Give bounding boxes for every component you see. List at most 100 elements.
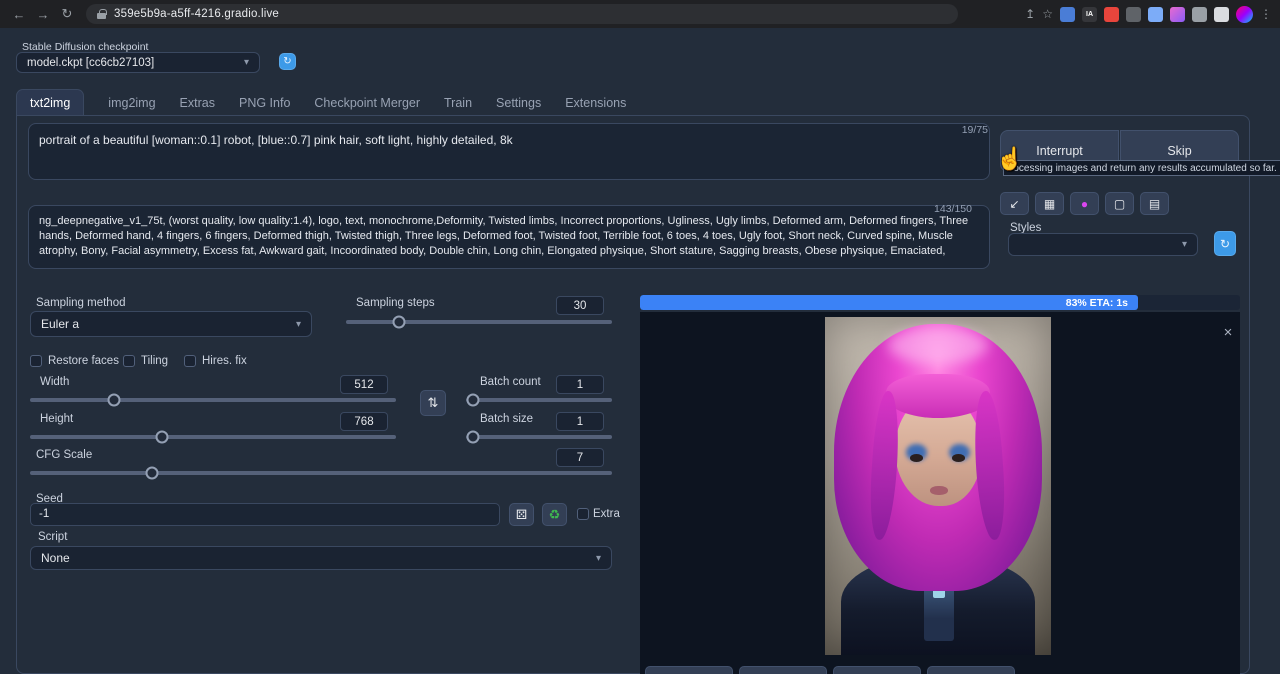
script-select[interactable]: None ▾ bbox=[30, 546, 612, 570]
side-panel-icon[interactable] bbox=[1214, 7, 1229, 22]
progress-bar: 83% ETA: 1s bbox=[640, 295, 1240, 310]
close-image-icon[interactable]: × bbox=[1219, 323, 1237, 341]
tab-img2img[interactable]: img2img bbox=[108, 90, 155, 116]
portrait-eye-right bbox=[952, 454, 966, 462]
slider-thumb[interactable] bbox=[108, 394, 121, 407]
width-input[interactable]: 512 bbox=[340, 375, 388, 394]
main-tabs: txt2img img2img Extras PNG Info Checkpoi… bbox=[16, 90, 626, 116]
seed-input[interactable]: -1 bbox=[30, 503, 500, 526]
tab-txt2img[interactable]: txt2img bbox=[16, 89, 84, 116]
gallery-button[interactable] bbox=[927, 666, 1015, 674]
swap-icon: ⇅ bbox=[428, 395, 439, 411]
styles-select[interactable]: ▾ bbox=[1008, 233, 1198, 256]
extension-screenshot-icon[interactable] bbox=[1126, 7, 1141, 22]
extension-ia-icon[interactable]: IA bbox=[1082, 7, 1097, 22]
portrait-hair-shine bbox=[888, 327, 987, 364]
height-slider[interactable] bbox=[30, 435, 396, 439]
extension-blue-icon[interactable] bbox=[1060, 7, 1075, 22]
extension-lightblue-icon[interactable] bbox=[1148, 7, 1163, 22]
swap-dimensions-button[interactable]: ⇅ bbox=[420, 390, 446, 416]
slider-thumb[interactable] bbox=[155, 431, 168, 444]
cfg-scale-slider[interactable] bbox=[30, 471, 612, 475]
tab-extensions[interactable]: Extensions bbox=[565, 90, 626, 116]
dice-icon: ⚄ bbox=[516, 507, 527, 523]
reuse-seed-button[interactable]: ♻ bbox=[542, 503, 567, 526]
card-icon: ▢ bbox=[1114, 197, 1125, 211]
checkpoint-refresh-button[interactable]: ↻ bbox=[279, 53, 296, 70]
checkpoint-value: model.ckpt [cc6cb27103] bbox=[27, 57, 154, 69]
tab-checkpoint-merger[interactable]: Checkpoint Merger bbox=[314, 90, 420, 116]
profile-avatar[interactable] bbox=[1236, 6, 1253, 23]
tiling-checkbox[interactable] bbox=[123, 355, 135, 367]
sampling-steps-input[interactable]: 30 bbox=[556, 296, 604, 315]
browser-toolbar: ← → ↻ 359e5b9a-a5ff-4216.gradio.live ↥ ☆… bbox=[0, 0, 1280, 28]
palette-button[interactable]: ▦ bbox=[1035, 192, 1064, 215]
batch-size-slider[interactable] bbox=[466, 435, 612, 439]
cfg-scale-label: CFG Scale bbox=[36, 449, 92, 461]
sampling-method-value: Euler a bbox=[41, 317, 79, 331]
prompt-textarea[interactable]: portrait of a beautiful [woman::0.1] rob… bbox=[28, 123, 990, 180]
chevron-down-icon: ▾ bbox=[1182, 239, 1187, 250]
slider-thumb[interactable] bbox=[467, 431, 480, 444]
progress-text: 83% ETA: 1s bbox=[1066, 297, 1128, 309]
paste-arrow-icon: ↙ bbox=[1009, 197, 1019, 211]
tab-settings[interactable]: Settings bbox=[496, 90, 541, 116]
card-button[interactable]: ▢ bbox=[1105, 192, 1134, 215]
chevron-down-icon: ▾ bbox=[596, 553, 601, 564]
batch-count-slider[interactable] bbox=[466, 398, 612, 402]
height-input[interactable]: 768 bbox=[340, 412, 388, 431]
height-label: Height bbox=[40, 413, 73, 425]
bookmark-star-icon[interactable]: ☆ bbox=[1042, 7, 1053, 21]
interrupt-tooltip: rocessing images and return any results … bbox=[1003, 160, 1280, 176]
extra-seed-checkbox[interactable] bbox=[577, 508, 589, 520]
share-icon[interactable]: ↥ bbox=[1025, 7, 1035, 21]
hires-fix-checkbox[interactable] bbox=[184, 355, 196, 367]
back-icon[interactable]: ← bbox=[8, 3, 30, 25]
slider-thumb[interactable] bbox=[467, 394, 480, 407]
refresh-icon[interactable]: ↻ bbox=[56, 3, 78, 25]
random-seed-button[interactable]: ⚄ bbox=[509, 503, 534, 526]
gallery-button[interactable] bbox=[833, 666, 921, 674]
slider-thumb[interactable] bbox=[146, 467, 159, 480]
tab-png-info[interactable]: PNG Info bbox=[239, 90, 290, 116]
batch-count-label: Batch count bbox=[480, 376, 541, 388]
width-slider[interactable] bbox=[30, 398, 396, 402]
gallery-button[interactable] bbox=[739, 666, 827, 674]
extension-red-icon[interactable] bbox=[1104, 7, 1119, 22]
script-label: Script bbox=[38, 531, 67, 543]
progress-fill: 83% ETA: 1s bbox=[640, 295, 1138, 310]
url-text: 359e5b9a-a5ff-4216.gradio.live bbox=[114, 8, 279, 20]
restore-faces-checkbox[interactable] bbox=[30, 355, 42, 367]
batch-size-label: Batch size bbox=[480, 413, 533, 425]
sampling-steps-label: Sampling steps bbox=[356, 297, 435, 309]
batch-size-input[interactable]: 1 bbox=[556, 412, 604, 431]
extension-purple-icon[interactable] bbox=[1170, 7, 1185, 22]
sampling-method-select[interactable]: Euler a ▾ bbox=[30, 311, 312, 337]
mouse-cursor: ☝ bbox=[996, 146, 1023, 172]
save-style-icon: ▤ bbox=[1149, 197, 1160, 211]
sampling-steps-slider[interactable] bbox=[346, 320, 612, 324]
checkpoint-select[interactable]: model.ckpt [cc6cb27103] ▾ bbox=[16, 52, 260, 73]
cfg-scale-input[interactable]: 7 bbox=[556, 448, 604, 467]
slider-thumb[interactable] bbox=[393, 316, 406, 329]
styles-refresh-button[interactable]: ↻ bbox=[1214, 231, 1236, 256]
script-value: None bbox=[41, 551, 70, 565]
paste-params-button[interactable]: ↙ bbox=[1000, 192, 1029, 215]
tiling-label: Tiling bbox=[141, 355, 168, 367]
refresh-icon: ↻ bbox=[1220, 237, 1230, 251]
chevron-down-icon: ▾ bbox=[296, 319, 301, 330]
tab-extras[interactable]: Extras bbox=[180, 90, 215, 116]
menu-icon[interactable]: ⋮ bbox=[1260, 7, 1272, 21]
forward-icon[interactable]: → bbox=[32, 3, 54, 25]
generated-image[interactable] bbox=[825, 317, 1051, 655]
batch-count-input[interactable]: 1 bbox=[556, 375, 604, 394]
extensions-puzzle-icon[interactable] bbox=[1192, 7, 1207, 22]
tab-train[interactable]: Train bbox=[444, 90, 472, 116]
address-bar[interactable]: 359e5b9a-a5ff-4216.gradio.live bbox=[86, 4, 958, 24]
gallery-button[interactable] bbox=[645, 666, 733, 674]
negative-prompt-textarea[interactable]: ng_deepnegative_v1_75t, (worst quality, … bbox=[28, 205, 990, 269]
recycle-icon: ♻ bbox=[549, 507, 561, 523]
save-style-button[interactable]: ▤ bbox=[1140, 192, 1169, 215]
gallery-buttons bbox=[645, 666, 1015, 674]
magenta-dot-button[interactable]: ● bbox=[1070, 192, 1099, 215]
